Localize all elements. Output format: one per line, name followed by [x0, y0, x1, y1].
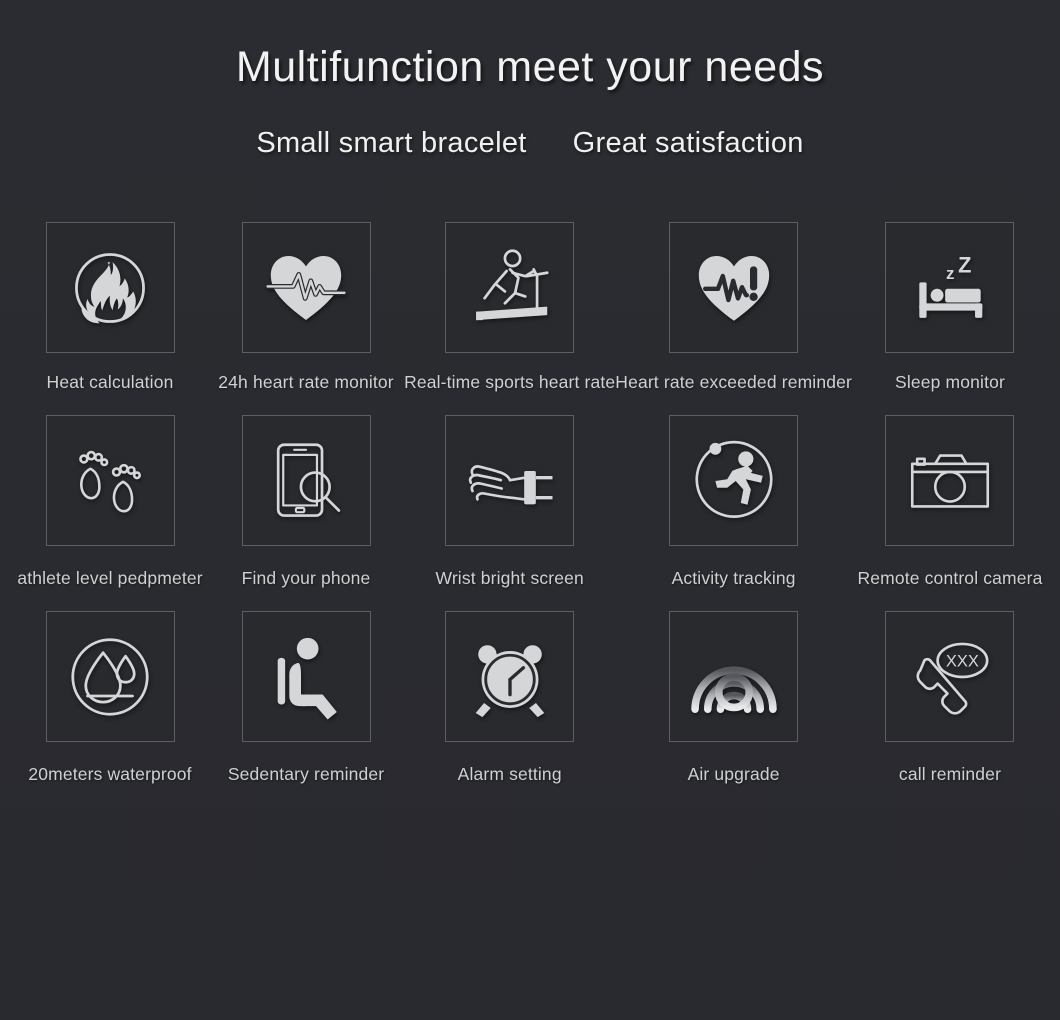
icon-box — [669, 611, 799, 743]
feature-grid-page: Multifunction meet your needs Small smar… — [0, 0, 1060, 1020]
bed-sleep-zzz-icon: z Z — [919, 252, 983, 318]
feature-label: Alarm setting — [457, 764, 562, 785]
flame-circle-icon — [75, 252, 145, 324]
feature-label: Find your phone — [241, 568, 371, 589]
feature-label: Heart rate exceeded reminder — [615, 372, 852, 393]
feature-label: 20meters waterproof — [28, 764, 192, 785]
call-bubble-xxx-icon: XXX — [916, 642, 989, 715]
feature-cell-heat-calculation[interactable]: Heat calculation — [12, 222, 208, 393]
feature-label: Sedentary reminder — [227, 764, 385, 785]
feature-cell-activity-tracking[interactable]: Activity tracking — [615, 415, 852, 589]
icon-box — [669, 415, 799, 547]
feature-cell-air-upgrade[interactable]: Air upgrade — [615, 611, 852, 785]
ota-waves-icon — [690, 666, 777, 713]
feature-label: Air upgrade — [687, 764, 780, 785]
heart-pulse-alert-icon — [698, 255, 769, 321]
treadmill-runner-icon — [475, 249, 549, 320]
waterdrop-circle-icon — [71, 638, 149, 716]
feature-cell-waterproof[interactable]: 20meters waterproof — [12, 611, 208, 785]
features-grid: Heat calculation 24h heart rate monitor — [0, 222, 1060, 785]
feature-label: Wrist bright screen — [435, 568, 584, 589]
feature-cell-heart-rate-monitor[interactable]: 24h heart rate monitor — [208, 222, 404, 393]
feature-cell-sleep-monitor[interactable]: z Z Sleep monitor — [852, 222, 1048, 393]
icon-box — [241, 415, 371, 547]
feature-cell-pedometer[interactable]: athlete level pedpmeter — [12, 415, 208, 589]
feature-cell-call-reminder[interactable]: XXX call reminder — [852, 611, 1048, 785]
feature-cell-heart-rate-exceeded[interactable]: Heart rate exceeded reminder — [615, 222, 852, 393]
feature-cell-realtime-sports-heart-rate[interactable]: Real-time sports heart rate — [404, 222, 615, 393]
icon-box — [241, 222, 371, 354]
feature-label: Sleep monitor — [895, 372, 1005, 393]
icon-box: z Z — [885, 222, 1015, 354]
icon-box — [445, 415, 575, 547]
feature-label: Activity tracking — [671, 568, 796, 589]
feature-label: Real-time sports heart rate — [404, 372, 616, 393]
feature-label: Remote control camera — [857, 568, 1043, 589]
icon-box — [45, 611, 175, 743]
phone-search-icon — [276, 443, 341, 517]
camera-icon — [910, 454, 990, 508]
feature-cell-remote-camera[interactable]: Remote control camera — [852, 415, 1048, 589]
feature-label: call reminder — [898, 764, 1002, 785]
wrist-raise-icon — [468, 464, 553, 505]
alarm-clock-icon — [475, 645, 544, 717]
icon-box: XXX — [885, 611, 1015, 743]
feature-cell-sedentary-reminder[interactable]: Sedentary reminder — [208, 611, 404, 785]
feature-label: 24h heart rate monitor — [218, 372, 394, 393]
icon-box — [45, 415, 175, 547]
subtitle-left: Small smart bracelet — [256, 127, 527, 160]
sleep-z-large: Z — [958, 252, 971, 277]
icon-box — [241, 611, 371, 743]
runner-circle-icon — [695, 440, 773, 518]
footprints-icon — [79, 450, 142, 513]
icon-box — [885, 415, 1015, 547]
icon-box — [45, 222, 175, 354]
heart-pulse-icon — [266, 255, 347, 320]
icon-box — [669, 222, 799, 354]
feature-cell-alarm-setting[interactable]: Alarm setting — [404, 611, 615, 785]
feature-label: Heat calculation — [46, 372, 174, 393]
call-bubble-text: XXX — [946, 651, 979, 670]
feature-cell-wrist-bright-screen[interactable]: Wrist bright screen — [404, 415, 615, 589]
subtitle-row: Small smart bracelet Great satisfaction — [0, 127, 1060, 160]
feature-cell-find-phone[interactable]: Find your phone — [208, 415, 404, 589]
subtitle-right: Great satisfaction — [572, 127, 804, 160]
page-title: Multifunction meet your needs — [235, 43, 825, 91]
feature-label: athlete level pedpmeter — [17, 568, 203, 589]
icon-box — [445, 222, 575, 354]
sleep-z-small: z — [946, 264, 954, 283]
page-header: Multifunction meet your needs Small smar… — [0, 0, 1060, 160]
sitting-person-icon — [277, 637, 337, 720]
icon-box — [445, 611, 575, 743]
